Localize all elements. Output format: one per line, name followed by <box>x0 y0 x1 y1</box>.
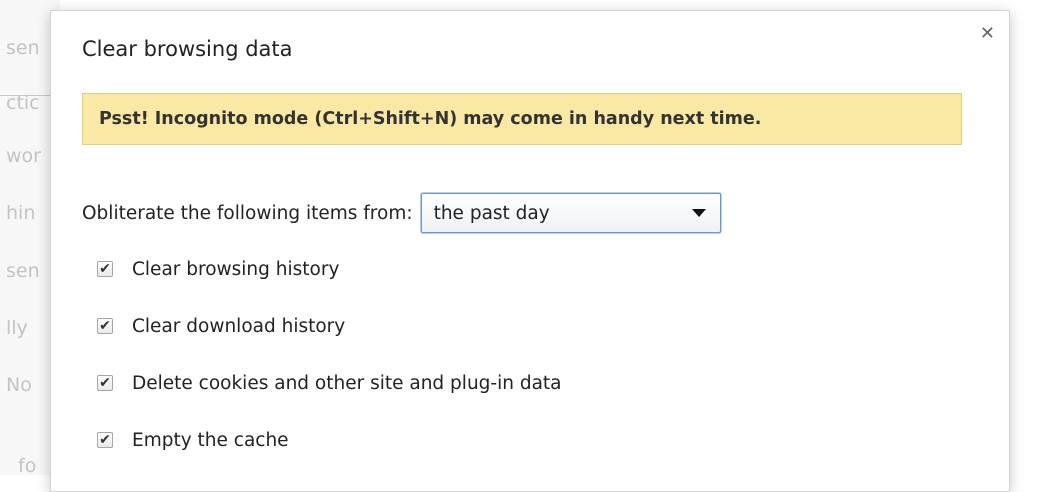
checkmark-icon: ✔ <box>99 431 111 448</box>
background-text: hin <box>6 202 36 224</box>
background-text: fo <box>18 455 37 477</box>
background-text: No <box>6 374 32 396</box>
background-text: wor <box>6 145 41 167</box>
background-text: lly <box>6 317 28 339</box>
checkbox[interactable]: ✔ <box>97 375 113 391</box>
background-text: sen <box>6 37 40 59</box>
incognito-tip-banner: Psst! Incognito mode (Ctrl+Shift+N) may … <box>82 93 962 145</box>
background-text: sen <box>6 260 40 282</box>
checkmark-icon: ✔ <box>99 317 111 334</box>
chevron-down-icon <box>691 209 706 217</box>
option-clear-download-history[interactable]: ✔ Clear download history <box>97 312 345 340</box>
checkbox[interactable]: ✔ <box>97 318 113 334</box>
option-empty-cache[interactable]: ✔ Empty the cache <box>97 426 289 454</box>
close-icon[interactable]: ✕ <box>980 25 995 43</box>
option-label: Empty the cache <box>132 429 289 451</box>
option-label: Delete cookies and other site and plug-i… <box>132 372 562 394</box>
checkmark-icon: ✔ <box>99 260 111 277</box>
option-label: Clear browsing history <box>132 258 340 280</box>
checkbox[interactable]: ✔ <box>97 432 113 448</box>
checkmark-icon: ✔ <box>99 374 111 391</box>
time-range-label: Obliterate the following items from: <box>82 202 413 224</box>
option-clear-browsing-history[interactable]: ✔ Clear browsing history <box>97 255 339 283</box>
option-label: Clear download history <box>132 315 346 337</box>
checkbox[interactable]: ✔ <box>97 261 113 277</box>
clear-browsing-data-dialog: Clear browsing data ✕ Psst! Incognito mo… <box>50 10 1010 492</box>
option-delete-cookies[interactable]: ✔ Delete cookies and other site and plug… <box>97 369 562 397</box>
time-range-row: Obliterate the following items from: the… <box>82 193 721 233</box>
background-text: ctic <box>6 92 40 114</box>
time-range-value: the past day <box>433 202 550 224</box>
dialog-title: Clear browsing data <box>82 37 293 61</box>
time-range-select[interactable]: the past day <box>420 193 721 233</box>
